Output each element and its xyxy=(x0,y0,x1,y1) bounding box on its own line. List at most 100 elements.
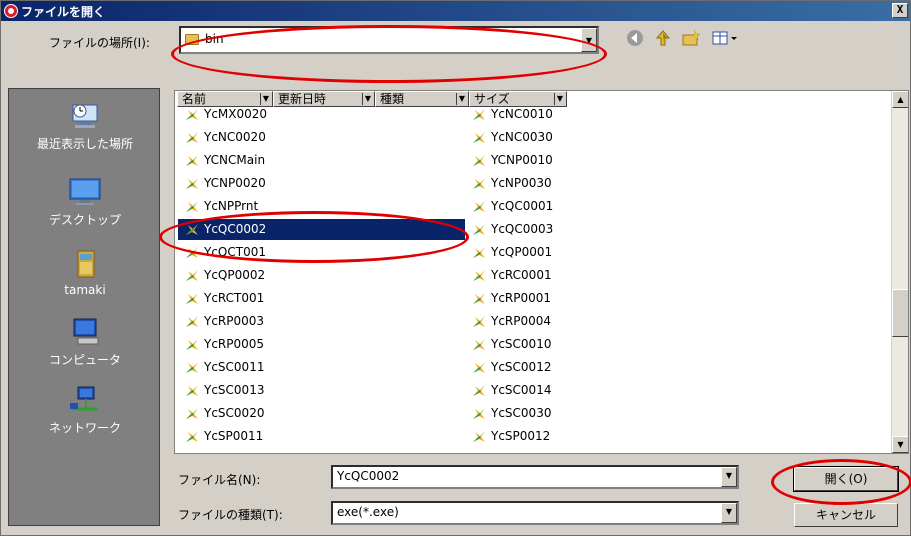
executable-file-icon xyxy=(186,431,198,442)
file-item[interactable]: YcNPPrnt xyxy=(178,196,465,217)
places-bar: 最近表示した場所 デスクトップ tamaki コンピュータ ネットワーク xyxy=(8,88,160,526)
executable-file-icon xyxy=(473,293,485,304)
close-button[interactable]: X xyxy=(892,3,908,18)
file-item[interactable]: YcRP0003 xyxy=(178,311,465,332)
executable-file-icon xyxy=(473,132,485,143)
up-folder-icon[interactable] xyxy=(653,29,673,49)
filename-value: YcQC0002 xyxy=(337,469,400,483)
place-label: 最近表示した場所 xyxy=(36,137,133,151)
executable-file-icon xyxy=(186,247,198,258)
file-item[interactable]: YcNC0020 xyxy=(178,127,465,148)
file-item[interactable]: YcSC0011 xyxy=(178,357,465,378)
location-combo[interactable]: bin ▼ xyxy=(179,26,599,54)
filename-input[interactable]: YcQC0002 ▼ xyxy=(331,465,739,489)
file-item[interactable]: YcQC0002 xyxy=(178,219,465,240)
title-bar: ファイルを開く X xyxy=(1,1,910,21)
filename-label: ファイル名(N): xyxy=(178,473,261,487)
file-item[interactable]: YcRP0005 xyxy=(178,334,465,355)
window-title: ファイルを開く xyxy=(21,5,106,19)
executable-file-icon xyxy=(186,224,198,235)
file-item[interactable]: YcRP0001 xyxy=(465,288,615,309)
file-item[interactable]: YcQP0002 xyxy=(178,265,465,286)
file-item[interactable]: YcRC0001 xyxy=(465,265,615,286)
file-item[interactable]: YcNP0030 xyxy=(465,173,615,194)
app-logo-icon xyxy=(4,4,18,18)
executable-file-icon xyxy=(186,385,198,396)
place-recent[interactable]: 最近表示した場所 xyxy=(9,101,161,152)
open-file-dialog: ファイルを開く X ファイルの場所(I): bin ▼ 最近表示した場所 デスク… xyxy=(0,0,911,536)
executable-file-icon xyxy=(473,270,485,281)
executable-file-icon xyxy=(473,155,485,166)
executable-file-icon xyxy=(473,385,485,396)
executable-file-icon xyxy=(473,431,485,442)
file-item[interactable]: YcSC0013 xyxy=(178,380,465,401)
file-item[interactable]: YCNP0010 xyxy=(465,150,615,171)
vertical-scrollbar[interactable]: ▲ ▼ xyxy=(891,91,908,453)
file-item[interactable]: YcRP0004 xyxy=(465,311,615,332)
executable-file-icon xyxy=(186,408,198,419)
place-computer[interactable]: コンピュータ xyxy=(9,317,161,368)
back-icon[interactable] xyxy=(625,29,645,49)
file-item[interactable]: YcSC0014 xyxy=(465,380,615,401)
file-item[interactable]: YcSP0011 xyxy=(178,426,465,447)
executable-file-icon xyxy=(473,224,485,235)
scroll-down-icon[interactable]: ▼ xyxy=(892,436,908,453)
chevron-down-icon[interactable]: ▼ xyxy=(721,467,737,487)
place-label: デスクトップ xyxy=(48,213,121,227)
recent-places-icon xyxy=(72,104,98,128)
view-menu-icon[interactable] xyxy=(711,29,741,49)
file-item[interactable]: YcSC0010 xyxy=(465,334,615,355)
chevron-down-icon[interactable]: ▼ xyxy=(721,503,737,523)
file-item[interactable]: YcSC0012 xyxy=(465,357,615,378)
file-item[interactable]: YcNC0010 xyxy=(465,104,615,125)
new-folder-icon[interactable] xyxy=(681,29,701,49)
place-label: tamaki xyxy=(64,283,106,297)
file-item[interactable]: YcQC0003 xyxy=(465,219,615,240)
filetype-label: ファイルの種類(T): xyxy=(178,508,283,522)
chevron-down-icon[interactable]: ▼ xyxy=(581,28,597,52)
file-item[interactable]: YcNC0030 xyxy=(465,127,615,148)
file-item[interactable]: YcQCT001 xyxy=(178,242,465,263)
file-item[interactable]: YcMX0020 xyxy=(178,104,465,125)
executable-file-icon xyxy=(186,339,198,350)
place-label: コンピュータ xyxy=(48,353,121,367)
executable-file-icon xyxy=(473,316,485,327)
file-list[interactable]: 名前 ▼ 更新日時 ▼ 種類 ▼ サイズ ▼ YcMX0020 YcNC0020 YCNCM… xyxy=(174,90,909,454)
executable-file-icon xyxy=(473,201,485,212)
executable-file-icon xyxy=(186,293,198,304)
executable-file-icon xyxy=(186,155,198,166)
location-label: ファイルの場所(I): xyxy=(49,36,150,50)
place-label: ネットワーク xyxy=(48,421,121,435)
executable-file-icon xyxy=(186,178,198,189)
scroll-thumb[interactable] xyxy=(892,289,908,337)
file-item[interactable]: YcSC0020 xyxy=(178,403,465,424)
executable-file-icon xyxy=(473,109,485,120)
executable-file-icon xyxy=(473,408,485,419)
place-network[interactable]: ネットワーク xyxy=(9,385,161,436)
file-item[interactable]: YcSC0030 xyxy=(465,403,615,424)
executable-file-icon xyxy=(473,178,485,189)
file-item[interactable]: YcQC0001 xyxy=(465,196,615,217)
file-item[interactable]: YCNCMain xyxy=(178,150,465,171)
cancel-button[interactable]: キャンセル xyxy=(794,503,898,527)
network-icon xyxy=(70,386,98,411)
executable-file-icon xyxy=(186,201,198,212)
file-item[interactable]: YCNP0020 xyxy=(178,173,465,194)
file-item[interactable]: YcSP0012 xyxy=(465,426,615,447)
executable-file-icon xyxy=(186,316,198,327)
executable-file-icon xyxy=(186,109,198,120)
executable-file-icon xyxy=(186,362,198,373)
computer-icon xyxy=(73,318,99,345)
open-button[interactable]: 開く(O) xyxy=(793,466,899,492)
user-folder-icon xyxy=(77,250,95,278)
file-item[interactable]: YcRCT001 xyxy=(178,288,465,309)
executable-file-icon xyxy=(473,247,485,258)
filetype-select[interactable]: exe(*.exe) ▼ xyxy=(331,501,739,525)
place-user[interactable]: tamaki xyxy=(9,249,161,297)
folder-icon xyxy=(185,34,199,45)
desktop-icon xyxy=(69,178,101,205)
scroll-up-icon[interactable]: ▲ xyxy=(892,91,908,108)
file-item[interactable]: YcQP0001 xyxy=(465,242,615,263)
place-desktop[interactable]: デスクトップ xyxy=(9,177,161,228)
filetype-value: exe(*.exe) xyxy=(337,505,399,519)
